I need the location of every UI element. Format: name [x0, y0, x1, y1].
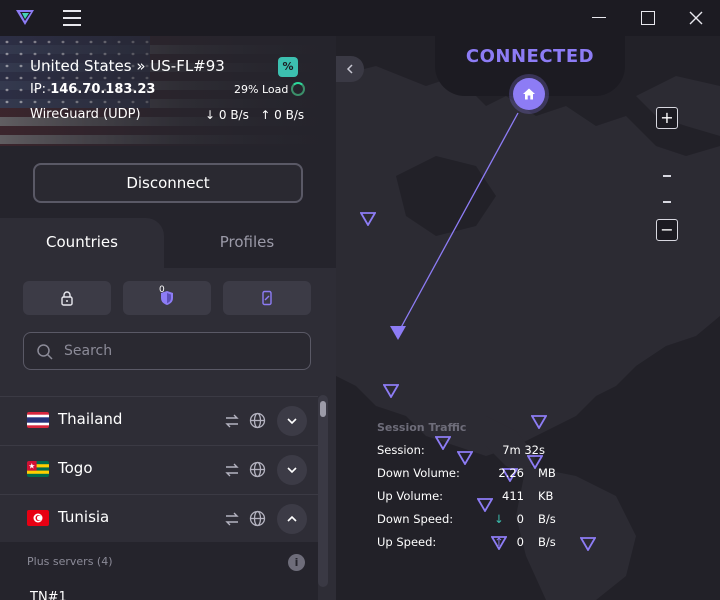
down-arrow-icon: ↓ [494, 512, 504, 526]
chevron-down-icon [287, 467, 297, 474]
traffic-row-up-speed: Up Speed: ↑ 0 B/s [377, 535, 556, 549]
title-bar [0, 0, 336, 36]
zoom-level-tick [663, 201, 671, 203]
expand-button[interactable] [277, 406, 307, 436]
chevron-left-icon [346, 64, 353, 74]
country-name: Thailand [58, 410, 123, 428]
server-marker-icon[interactable] [383, 384, 399, 398]
device-icon [262, 290, 272, 306]
server-name: United States » US-FL#93 [30, 57, 225, 75]
menu-icon[interactable] [63, 10, 81, 26]
traffic-row-down-volume: Down Volume: 2.26 MB [377, 466, 556, 480]
load-ring-icon [291, 82, 305, 96]
session-traffic-title: Session Traffic [377, 421, 467, 434]
server-marker-icon[interactable] [360, 212, 376, 226]
promo-badge-icon[interactable]: % [278, 57, 298, 77]
zoom-level-tick [663, 175, 671, 177]
minimize-icon[interactable] [592, 17, 606, 18]
country-row-thailand[interactable]: Thailand [0, 396, 318, 445]
list-scrollbar[interactable] [318, 395, 328, 587]
p2p-badge: 0 [159, 285, 165, 295]
search-input[interactable]: Search [23, 332, 311, 370]
chevron-down-icon [287, 418, 297, 425]
streaming-filter-button[interactable] [223, 281, 311, 315]
togo-flag-icon [27, 461, 49, 477]
tab-profiles[interactable]: Profiles [170, 218, 324, 268]
country-row-togo[interactable]: Togo [0, 445, 318, 494]
disconnect-button[interactable]: Disconnect [33, 163, 303, 203]
lock-icon [61, 291, 73, 306]
up-arrow-icon: ↑ [494, 535, 504, 549]
connected-status: CONNECTED [465, 46, 595, 67]
traffic-row-down-speed: Down Speed: ↓ 0 B/s [377, 512, 556, 526]
scrollbar-thumb[interactable] [320, 401, 326, 417]
secure-core-filter-button[interactable] [23, 281, 111, 315]
expand-button[interactable] [277, 455, 307, 485]
window-title-bar [336, 0, 720, 36]
p2p-icon [225, 414, 239, 428]
server-row-label[interactable]: TN#1 [30, 590, 67, 600]
globe-icon [249, 412, 266, 429]
search-icon [37, 344, 53, 360]
country-name: Togo [58, 459, 93, 477]
chevron-up-icon [287, 515, 297, 522]
plus-servers-section: Plus servers (4) i TN#1 [0, 542, 318, 600]
tab-bar: Countries Profiles [0, 218, 336, 268]
server-marker-active-icon[interactable] [389, 325, 407, 341]
maximize-icon[interactable] [641, 11, 655, 25]
protocol-label: WireGuard (UDP) [30, 107, 141, 122]
globe-icon [249, 461, 266, 478]
left-panel: United States » US-FL#93 % IP: 146.70.18… [0, 0, 336, 600]
proton-vpn-logo-icon [14, 6, 36, 32]
traffic-row-session: Session: 7m 32s [377, 443, 545, 457]
collapse-panel-button[interactable] [336, 56, 364, 82]
speed-readout: ↓ 0 B/s ↑ 0 B/s [205, 108, 305, 122]
session-traffic-panel: Session Traffic Session: 7m 32s Down Volu… [377, 421, 597, 558]
close-icon[interactable] [688, 10, 704, 26]
search-placeholder: Search [64, 343, 113, 359]
thailand-flag-icon [27, 412, 49, 428]
country-row-tunisia[interactable]: Tunisia [0, 494, 318, 543]
globe-icon [249, 510, 266, 527]
tab-countries[interactable]: Countries [0, 218, 164, 268]
zoom-in-button[interactable]: + [656, 107, 678, 129]
country-name: Tunisia [58, 508, 110, 526]
zoom-out-button[interactable]: − [656, 219, 678, 241]
home-icon [523, 88, 535, 100]
info-icon[interactable]: i [288, 554, 305, 571]
traffic-row-up-volume: Up Volume: 411 KB [377, 489, 554, 503]
connected-location-pin[interactable] [513, 78, 545, 110]
collapse-button[interactable] [277, 504, 307, 534]
p2p-icon [225, 512, 239, 526]
p2p-icon [225, 463, 239, 477]
server-load: 29% Load [234, 83, 289, 96]
tunisia-flag-icon [27, 510, 49, 526]
ip-address: IP: 146.70.183.23 [30, 82, 156, 97]
p2p-filter-button[interactable]: 0 [123, 281, 211, 315]
plus-servers-label: Plus servers (4) [27, 555, 113, 568]
